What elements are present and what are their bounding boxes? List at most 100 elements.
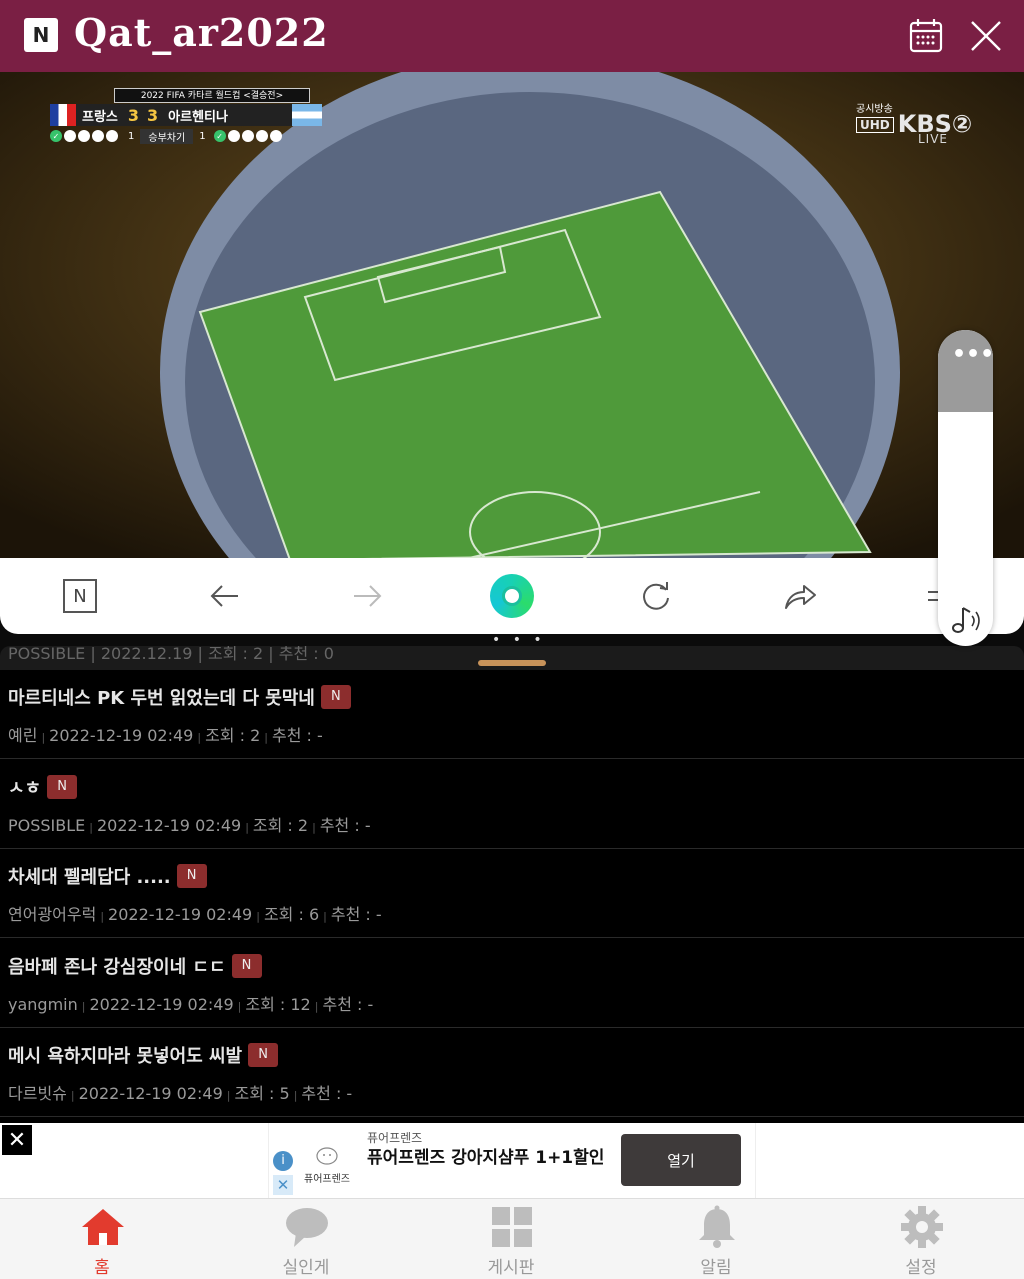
channel-logo: UHD KBS② [856, 110, 972, 138]
music-note-icon [952, 607, 980, 633]
meta-separator: | [264, 731, 268, 744]
post-list[interactable]: POSSIBLE | 2022.12.19 | 조회 : 2 | 추천 : 0 … [0, 646, 1024, 1124]
pk-label: 승부차기 [140, 128, 194, 144]
post-views: 조회 : 2 [252, 815, 309, 835]
forward-button[interactable] [348, 576, 388, 616]
ad-open-button[interactable]: 열기 [621, 1134, 741, 1186]
post-title[interactable]: 메시 욕하지마라 못넣어도 씨발 N [8, 1042, 279, 1068]
meta-separator: | [70, 1089, 75, 1102]
post-title-text[interactable]: 음바페 존나 강심장이네 ㄷㄷ [8, 953, 226, 979]
audio-button[interactable] [946, 600, 986, 640]
list-item[interactable]: 차세대 펠레답다 ..... N 연어광어우럭 | 2022-12-19 02:49 | 조… [0, 849, 1024, 938]
nav-board[interactable]: 게시판 [409, 1199, 613, 1279]
score-home: 3 [127, 105, 140, 125]
uhd-label: UHD [856, 117, 894, 133]
post-meta: yangmin | 2022-12-19 02:49 | 조회 : 12 | 추천 : - [8, 991, 373, 1015]
ad-card[interactable]: i ✕ 퓨어프렌즈 퓨어프렌즈 퓨어프렌즈 강아지샴푸 1+1할인 열기 [268, 1123, 756, 1198]
list-item[interactable]: 음바페 존나 강심장이네 ㄷㄷ Nyangmin | 2022-12-19 02:49… [0, 939, 1024, 1028]
meta-separator: | [245, 820, 249, 834]
back-button[interactable] [204, 576, 244, 616]
post-meta: 예린 | 2022-12-19 02:49 | 조회 : 2 | 추천 : - [8, 722, 323, 746]
nav-alerts[interactable]: 알림 [614, 1199, 818, 1279]
post-title-text[interactable]: 차세대 펠레답다 ..... [8, 863, 171, 889]
meta-separator: | [256, 910, 260, 923]
new-badge: N [231, 953, 262, 978]
green-dot-button[interactable] [490, 574, 534, 618]
list-item[interactable]: 마르티네스 PK 두번 읽었는데 다 못막네 N 예린 | 2022-12-19 02:… [0, 670, 1024, 759]
nav-chat[interactable]: 실인게 [204, 1199, 408, 1279]
ad-close-icon[interactable]: ✕ [2, 1125, 32, 1155]
ad-logo-text: 퓨어프렌즈 [304, 1174, 350, 1185]
post-title[interactable]: 마르티네스 PK 두번 읽었는데 다 못막네 N [8, 684, 351, 710]
more-icon[interactable]: ••• [952, 344, 993, 366]
pk-dot-icon [106, 130, 118, 142]
ad-logo: 퓨어프렌즈 [299, 1145, 355, 1185]
grid-icon [492, 1207, 532, 1247]
nav-home[interactable]: 홈 [0, 1199, 204, 1279]
video-player[interactable]: 2022 FIFA 카타르 월드컵 <결승전> 프랑스 3 3 아르헨티나 ✓ … [0, 72, 1024, 560]
meta-separator: | [81, 999, 86, 1013]
list-item[interactable]: ㅅㅎ N POSSIBLE | 2022-12-19 02:49 | 조회 : 2 | 추천 :… [0, 760, 1024, 849]
pk-dot-icon [92, 130, 104, 142]
naver-home-label: N [73, 585, 87, 607]
list-item[interactable]: 메시 욕하지마라 못넣어도 씨발 N 다르빗슈 | 2022-12-19 02:49 | 조… [0, 1028, 1024, 1117]
post-title[interactable]: ㅅㅎ N [8, 774, 78, 800]
meta-separator: | [89, 820, 93, 834]
post-date: 2022-12-19 02:49 [89, 994, 234, 1014]
info-icon[interactable]: i [273, 1151, 293, 1171]
ad-banner[interactable]: ✕ i ✕ 퓨어프렌즈 퓨어프렌즈 퓨어프렌즈 강아지샴푸 1+1할인 열기 [0, 1123, 1024, 1198]
post-title-text[interactable]: 마르티네스 PK 두번 읽었는데 다 못막네 [8, 684, 315, 710]
score-row: 프랑스 3 3 아르헨티나 [50, 104, 322, 126]
meta-separator: | [41, 731, 46, 744]
nav-settings[interactable]: 설정 [819, 1199, 1023, 1279]
post-title[interactable]: 차세대 펠레답다 ..... N [8, 863, 207, 889]
post-author: yangmin [8, 994, 78, 1014]
nav-label: 설정 [905, 1258, 937, 1278]
drag-handle[interactable] [478, 660, 546, 666]
nav-label: 실인게 [282, 1258, 330, 1278]
meta-separator: | [312, 820, 316, 834]
side-panel[interactable]: ••• [938, 330, 993, 646]
post-author: POSSIBLE [8, 815, 86, 835]
new-badge: N [248, 1043, 279, 1067]
post-views: 조회 : 12 [245, 994, 311, 1014]
pk-dot-icon [255, 130, 268, 142]
score-caption: 2022 FIFA 카타르 월드컵 <결승전> [114, 88, 310, 103]
nav-label: 알림 [700, 1258, 732, 1278]
side-panel-handle[interactable]: ••• [938, 330, 993, 412]
page-title: Qat_ar2022 [74, 10, 329, 55]
new-badge: N [320, 685, 351, 709]
new-badge: N [47, 774, 78, 799]
share-button[interactable] [780, 576, 820, 616]
post-title-text[interactable]: ㅅㅎ [8, 774, 41, 800]
menu-icon [928, 591, 938, 601]
post-likes: 추천 : - [330, 905, 382, 924]
team-away: 아르헨티나 [168, 109, 228, 125]
calendar-icon[interactable] [906, 16, 946, 56]
naver-home-button[interactable]: N [60, 576, 100, 616]
naver-logo[interactable]: N [24, 18, 58, 52]
pk-home: 1 [128, 130, 135, 142]
menu-button[interactable] [924, 576, 938, 616]
post-meta: 다르빗슈 | 2022-12-19 02:49 | 조회 : 5 | 추천 : - [8, 1080, 352, 1104]
post-likes: 추천 : - [301, 1084, 353, 1103]
post-author: 다르빗슈 [8, 1084, 67, 1103]
pk-dot-icon [78, 130, 90, 142]
post-title[interactable]: 음바페 존나 강심장이네 ㄷㄷ N [8, 953, 262, 979]
scoreboard: 2022 FIFA 카타르 월드컵 <결승전> 프랑스 3 3 아르헨티나 ✓ … [50, 88, 322, 146]
close-icon[interactable] [966, 16, 1006, 56]
arrow-right-icon [354, 585, 382, 607]
reload-button[interactable] [636, 576, 676, 616]
app-header: N Qat_ar2022 [0, 0, 1024, 72]
app-root: N Qat_ar2022 2022 FIFA 카타르 월드컵 <결승전> 프랑스… [0, 0, 1024, 1279]
meta-separator: | [237, 999, 242, 1013]
ad-dismiss-icon[interactable]: ✕ [273, 1175, 293, 1195]
pk-dot-icon [241, 130, 254, 142]
pk-dot-icon [227, 130, 240, 142]
ad-title[interactable]: 퓨어프렌즈 강아지샴푸 1+1할인 [367, 1147, 607, 1169]
score-away: 3 [147, 105, 159, 125]
post-title-text[interactable]: 메시 욕하지마라 못넣어도 씨발 [8, 1042, 242, 1068]
gear-icon [901, 1206, 943, 1248]
argentina-flag-icon [292, 104, 322, 126]
nav-label: 게시판 [487, 1258, 535, 1278]
